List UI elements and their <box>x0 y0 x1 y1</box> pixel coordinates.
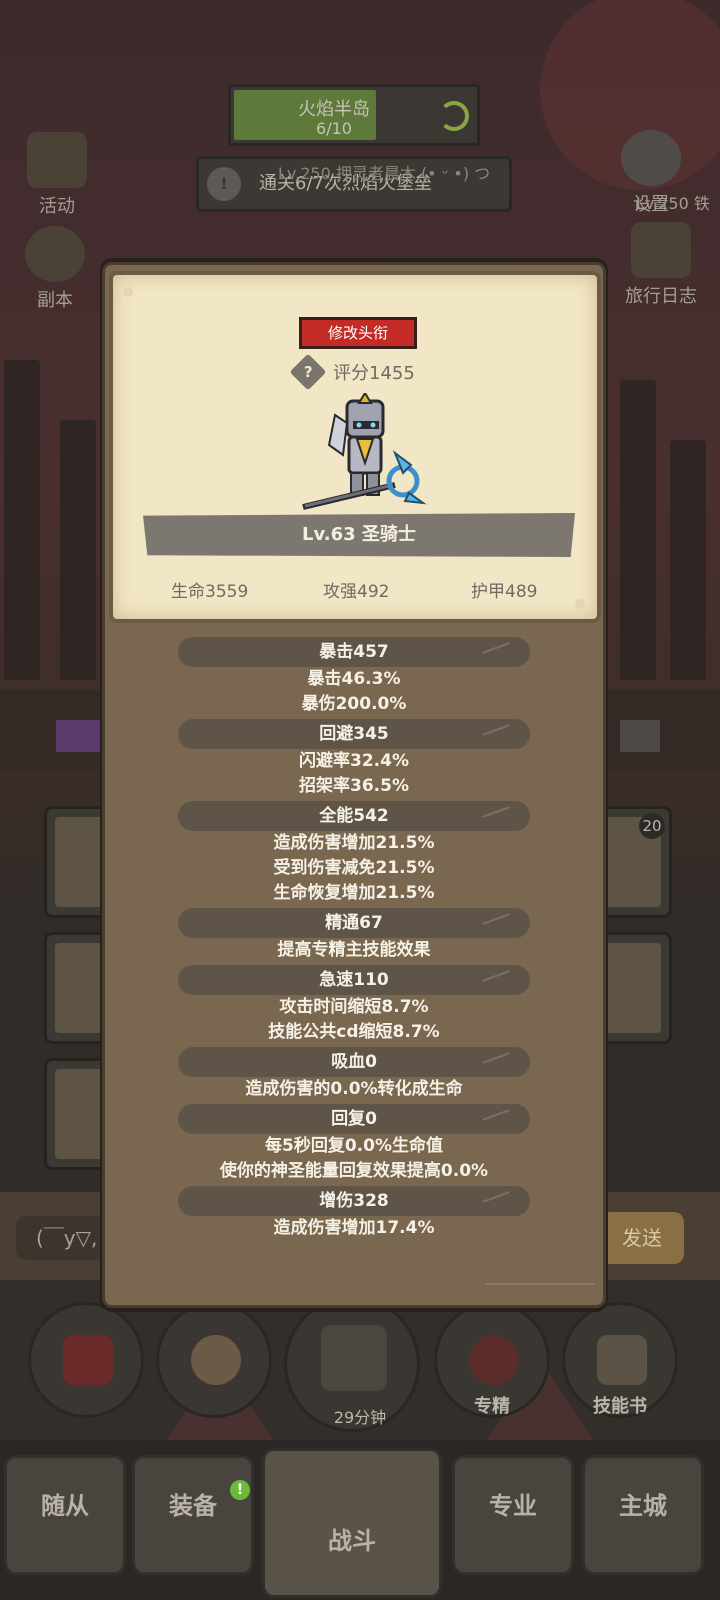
character-card: 修改头衔 ? 评分1455 Lv.63 圣骑士 生命3559 攻强492 护甲4… <box>109 271 601 623</box>
stat-header-haste: 急速110 <box>178 965 530 995</box>
stat-line: 造成伤害增加17.4% <box>273 1218 435 1238</box>
core-stat-armor: 护甲489 <box>471 582 538 602</box>
stat-header-crit: 暴击457 <box>178 637 530 667</box>
potion-icon <box>63 1335 113 1385</box>
help-icon-glyph: ? <box>303 362 313 381</box>
bread-icon <box>191 1335 241 1385</box>
stat-line: 招架率36.5% <box>299 776 409 796</box>
settings-sub-label: Lv.250 铁 <box>636 194 710 213</box>
marquee-text: Lv.250 押灵者晨木 (• ᵕ •) つ <box>278 164 491 183</box>
fence-post <box>4 360 40 680</box>
nav-tab-profession[interactable]: 专业 <box>452 1455 574 1575</box>
score-text: 评分1455 <box>333 363 415 384</box>
activity-button[interactable]: 活动 <box>12 132 102 218</box>
stat-header-versatility: 全能542 <box>178 801 530 831</box>
activity-label: 活动 <box>39 196 75 217</box>
core-stat-health: 生命3559 <box>171 582 249 602</box>
book-icon <box>631 222 691 278</box>
change-title-button[interactable]: 修改头衔 <box>299 317 417 349</box>
corner-decoration <box>123 287 133 297</box>
stat-line: 造成伤害的0.0%转化成生命 <box>245 1079 463 1099</box>
stage-bar <box>620 720 660 752</box>
stat-line: 使你的神圣能量回复效果提高0.0% <box>219 1161 489 1181</box>
nav-tab-battle[interactable]: 战斗 <box>262 1448 442 1598</box>
nav-tab-main-city[interactable]: 主城 <box>582 1455 704 1575</box>
stat-line: 攻击时间缩短8.7% <box>279 997 429 1017</box>
travel-log-button[interactable]: 旅行日志 <box>616 222 706 308</box>
modal-divider <box>485 1283 595 1285</box>
travel-log-label: 旅行日志 <box>625 286 697 307</box>
corner-decoration <box>575 599 585 609</box>
gear-icon <box>621 130 681 186</box>
level-class-banner: Lv.63 圣骑士 <box>143 513 575 557</box>
stat-header-mastery: 精通67 <box>178 908 530 938</box>
chest-icon <box>321 1325 387 1391</box>
stat-line: 受到伤害减免21.5% <box>273 858 435 878</box>
stat-line: 提高专精主技能效果 <box>277 940 431 960</box>
stage-progress-count: 6/10 <box>316 119 352 138</box>
stat-line: 暴击46.3% <box>307 669 401 689</box>
stat-line: 暴伤200.0% <box>301 694 407 714</box>
character-stats-modal: 修改头衔 ? 评分1455 Lv.63 圣骑士 生命3559 攻强492 护甲4… <box>102 262 606 1308</box>
potion-button[interactable] <box>28 1302 144 1418</box>
dungeon-button[interactable]: 副本 <box>10 226 100 312</box>
slot-count-badge: 20 <box>639 813 665 839</box>
nav-tab-followers[interactable]: 随从 <box>4 1455 126 1575</box>
food-button[interactable] <box>156 1302 272 1418</box>
scroll-board-icon <box>27 132 87 188</box>
skill-book-label: 技能书 <box>593 1396 647 1417</box>
skill-book-icon <box>597 1335 647 1385</box>
target-icon <box>469 1335 519 1385</box>
alert-icon: ! <box>207 167 241 201</box>
stat-header-lifesteal: 吸血0 <box>178 1047 530 1077</box>
refresh-icon[interactable] <box>439 101 469 131</box>
send-button[interactable]: 发送 <box>600 1212 684 1264</box>
secondary-stats-list: 暴击457 暴击46.3% 暴伤200.0% 回避345 闪避率32.4% 招架… <box>105 637 603 1241</box>
stat-line: 生命恢复增加21.5% <box>273 883 435 903</box>
dungeon-label: 副本 <box>37 290 73 311</box>
nav-tab-equipment[interactable]: 装备 <box>132 1455 254 1575</box>
stage-title: 火焰半岛 <box>298 99 370 120</box>
core-stat-attack-power: 攻强492 <box>323 582 390 602</box>
stage-progress-bar[interactable]: 火焰半岛 6/10 <box>228 84 480 146</box>
stat-line: 闪避率32.4% <box>299 751 409 771</box>
stat-header-damage-bonus: 增伤328 <box>178 1186 530 1216</box>
experience-bar <box>56 720 100 752</box>
portal-icon <box>25 226 85 282</box>
help-icon[interactable]: ? <box>289 353 327 391</box>
paladin-avatar <box>302 393 427 510</box>
stat-line: 技能公共cd缩短8.7% <box>268 1022 440 1042</box>
stat-line: 每5秒回复0.0%生命值 <box>265 1136 443 1156</box>
equipment-notification-badge: ! <box>230 1480 250 1500</box>
fence-post <box>670 440 706 680</box>
stat-header-regen: 回复0 <box>178 1104 530 1134</box>
stat-header-avoidance: 回避345 <box>178 719 530 749</box>
chest-timer: 29分钟 <box>333 1408 387 1427</box>
specialize-label: 专精 <box>474 1396 510 1417</box>
stat-line: 造成伤害增加21.5% <box>273 833 435 853</box>
score-row: ? 评分1455 <box>289 353 415 391</box>
fence-post <box>60 420 96 680</box>
fence-post <box>620 380 656 680</box>
